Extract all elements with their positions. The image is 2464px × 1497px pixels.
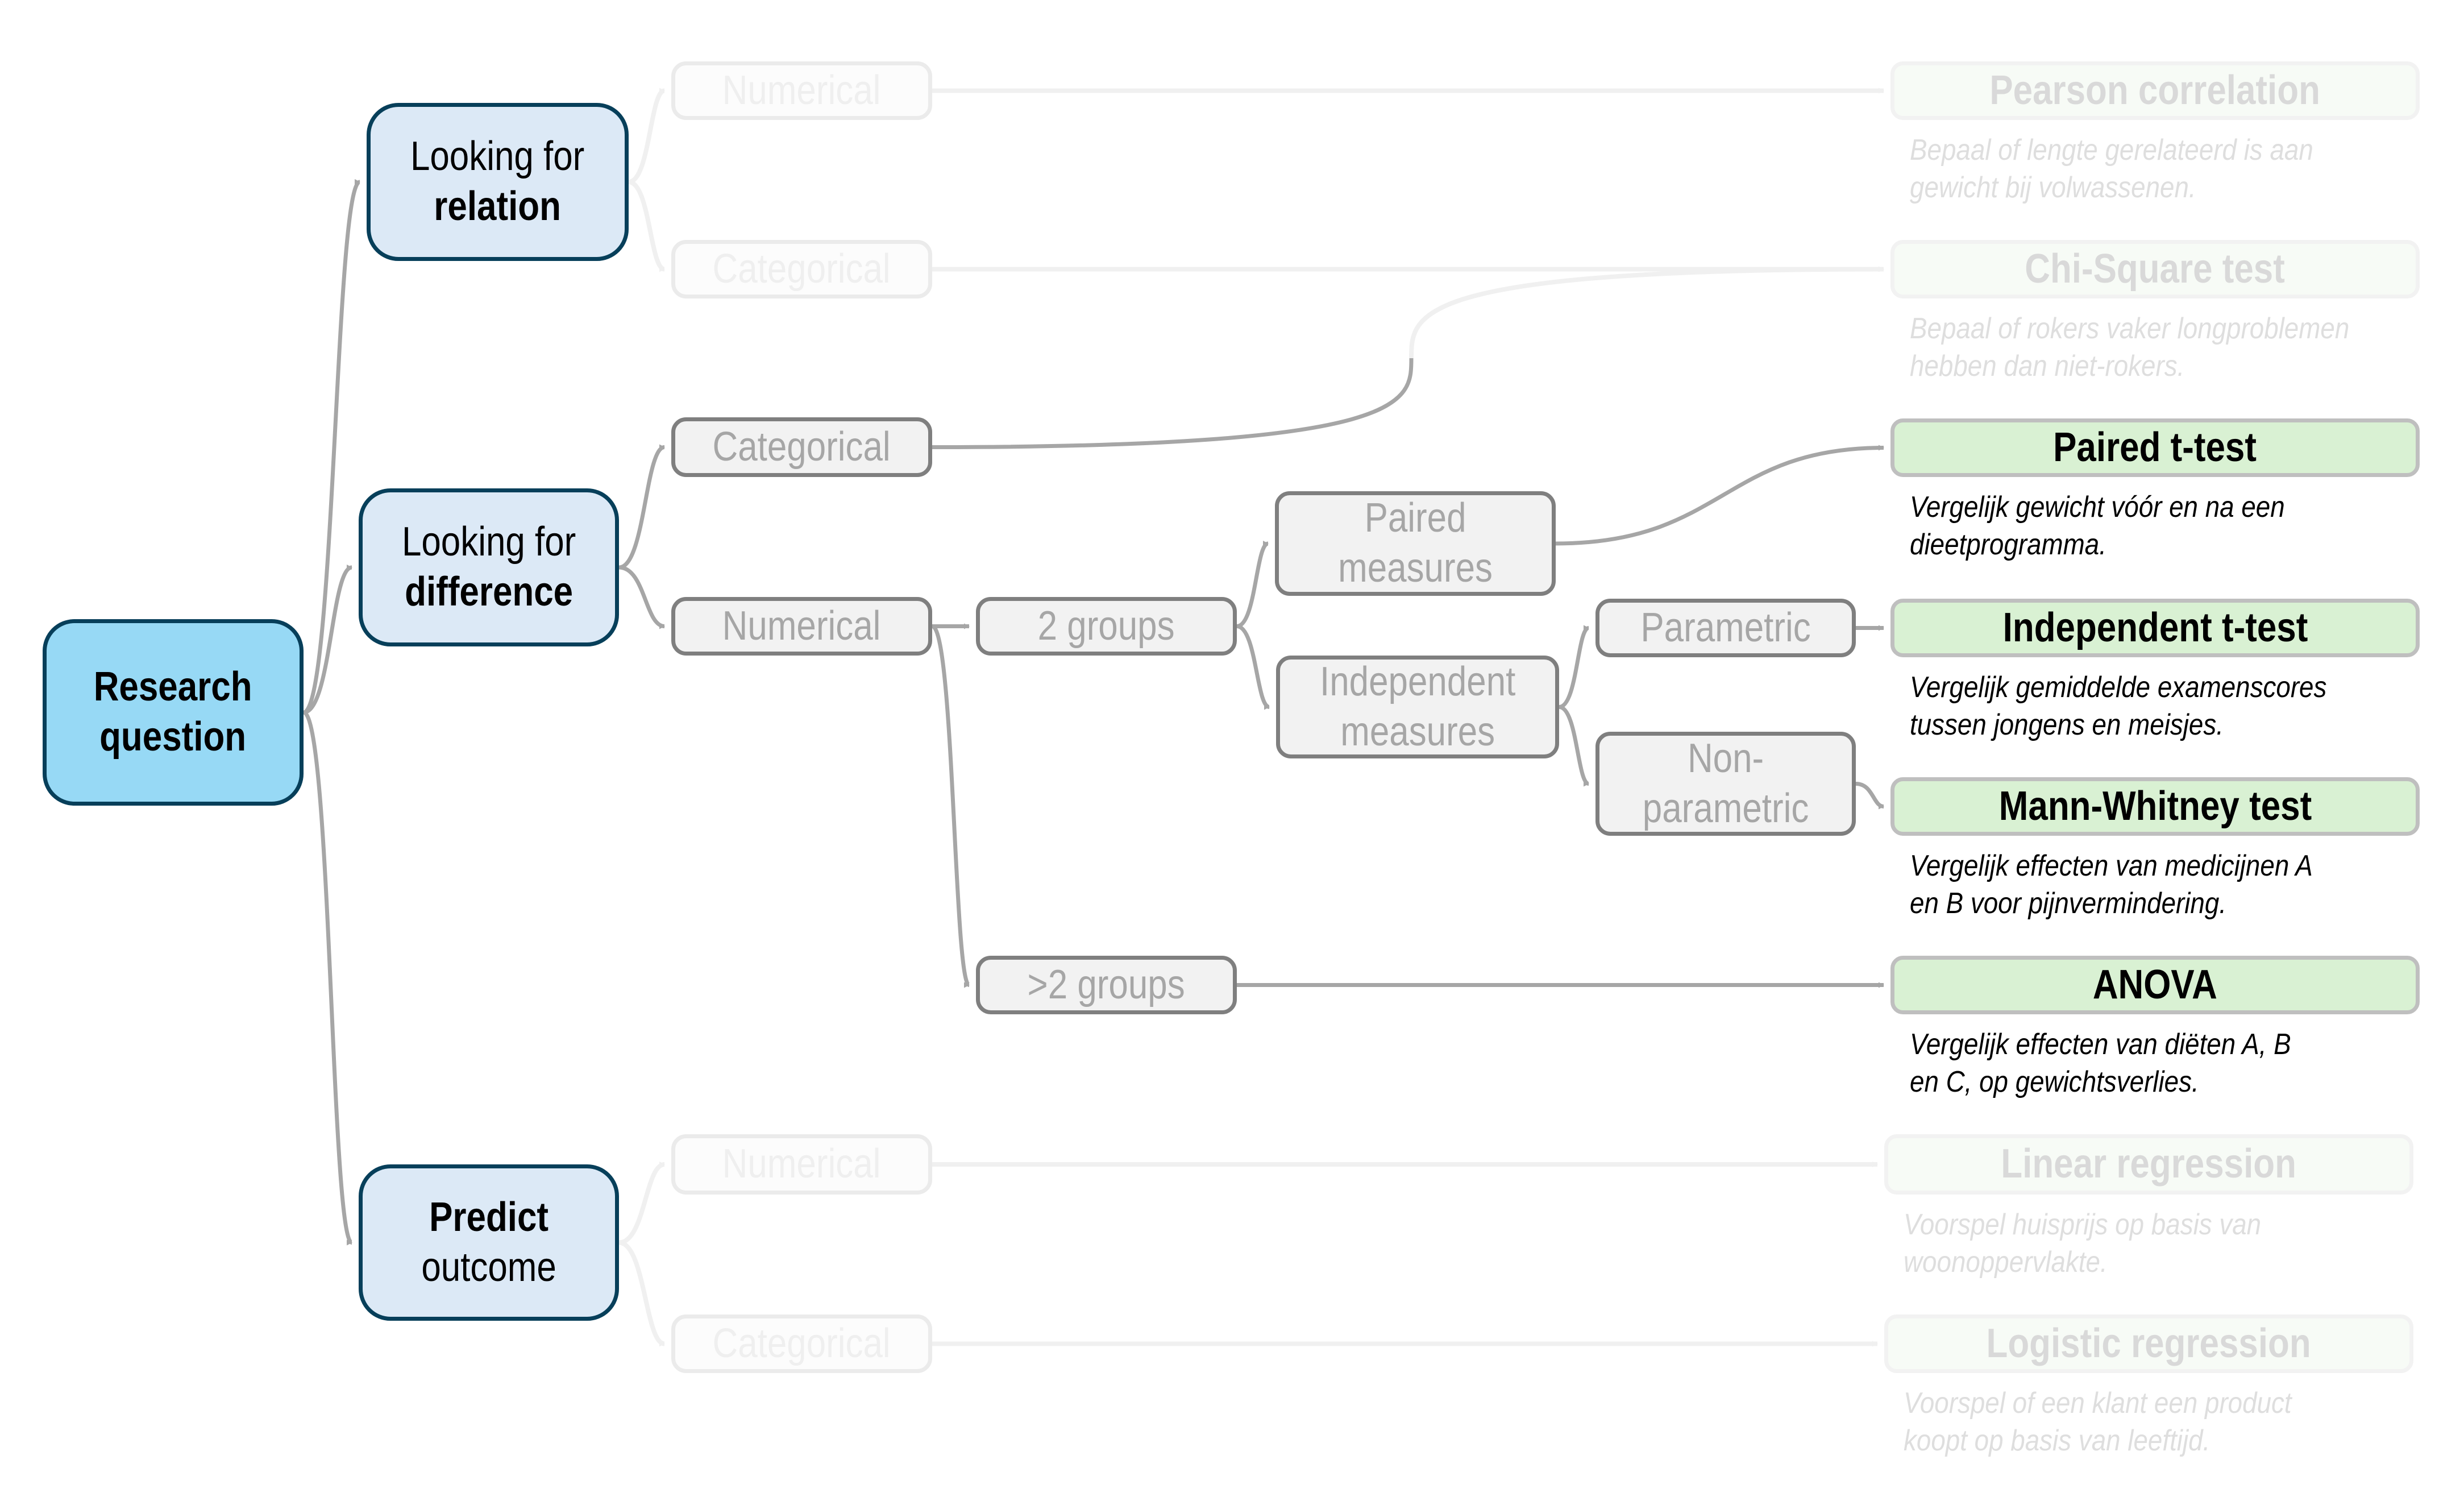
category-node-predict[interactable]: Predict outcome bbox=[359, 1164, 619, 1321]
example-line: Vergelijk gemiddelde examenscores bbox=[1910, 671, 2327, 704]
node-label: 2 groups bbox=[1038, 603, 1175, 649]
node-relation-numerical[interactable]: Numerical bbox=[671, 61, 932, 120]
example-line: koopt op basis van leeftijd. bbox=[1904, 1424, 2210, 1457]
result-pearson-correlation[interactable]: Pearson correlation bbox=[1890, 61, 2420, 120]
node-label: Categorical bbox=[712, 1320, 891, 1366]
node-parametric[interactable]: Parametric bbox=[1595, 599, 1856, 657]
example-anova: Vergelijk effecten van diëten A, B en C, … bbox=[1910, 1026, 2291, 1101]
edge-relation-to-rel_categorical bbox=[628, 180, 666, 272]
example-line: gewicht bij volwassenen. bbox=[1910, 171, 2196, 204]
node-paired-measures[interactable]: Paired measures bbox=[1275, 491, 1556, 596]
result-anova[interactable]: ANOVA bbox=[1890, 956, 2420, 1014]
example-logistic-regression: Voorspel of een klant een product koopt o… bbox=[1904, 1384, 2292, 1459]
example-mann-whitney: Vergelijk effecten van medicijnen A en B … bbox=[1910, 847, 2313, 922]
node-label: Categorical bbox=[712, 246, 891, 292]
result-linear-regression[interactable]: Linear regression bbox=[1884, 1134, 2413, 1195]
result-chi-square-test[interactable]: Chi-Square test bbox=[1890, 240, 2420, 298]
node-label: Independent measures bbox=[1319, 658, 1516, 754]
example-line: Voorspel huisprijs op basis van bbox=[1904, 1208, 2262, 1241]
node-difference-categorical[interactable]: Categorical bbox=[671, 417, 932, 477]
example-line: Bepaal of rokers vaker longproblemen bbox=[1910, 312, 2350, 345]
category-node-relation[interactable]: Looking for relation bbox=[367, 103, 629, 261]
result-label: Linear regression bbox=[2001, 1141, 2297, 1187]
edge-nonparametric-to-mann_whitney bbox=[1855, 782, 1884, 810]
node-relation-categorical[interactable]: Categorical bbox=[671, 240, 932, 298]
relation-label-line1: Looking for bbox=[410, 134, 585, 180]
node-non-parametric[interactable]: Non- parametric bbox=[1595, 732, 1856, 836]
edge-diff_categorical-to-chisquare-upper bbox=[1409, 266, 1884, 359]
predict-label-line2: outcome bbox=[421, 1244, 556, 1290]
result-independent-t-test[interactable]: Independent t-test bbox=[1890, 599, 2420, 657]
example-chi-square: Bepaal of rokers vaker longproblemen hebb… bbox=[1910, 310, 2349, 385]
predict-label-line1: Predict bbox=[429, 1194, 549, 1240]
result-mann-whitney-test[interactable]: Mann-Whitney test bbox=[1890, 777, 2420, 836]
example-line: en B voor pijnvermindering. bbox=[1910, 887, 2227, 920]
node-more-than-two-groups[interactable]: >2 groups bbox=[976, 956, 1237, 1014]
category-node-difference[interactable]: Looking for difference bbox=[359, 488, 619, 646]
edge-diff_categorical-to-chisquare-lower bbox=[932, 358, 1414, 449]
edge-predict-to-pred_numerical bbox=[618, 1162, 665, 1245]
example-pearson: Bepaal of lengte gerelateerd is aan gewic… bbox=[1910, 131, 2313, 206]
result-label: Paired t-test bbox=[2053, 424, 2257, 470]
edge-independent-to-nonparametric bbox=[1559, 705, 1590, 787]
result-paired-t-test[interactable]: Paired t-test bbox=[1890, 418, 2420, 477]
node-label: >2 groups bbox=[1027, 961, 1186, 1007]
example-line: woonoppervlakte. bbox=[1904, 1246, 2108, 1279]
edge-predict-to-pred_categorical bbox=[618, 1240, 666, 1347]
edge-root-to-difference bbox=[303, 565, 353, 715]
node-label: Categorical bbox=[712, 424, 891, 470]
edge-two_groups-to-independent bbox=[1236, 624, 1270, 710]
example-line: Bepaal of lengte gerelateerd is aan bbox=[1910, 134, 2313, 167]
root-label-line1: Research bbox=[94, 664, 252, 710]
difference-label-line1: Looking for bbox=[401, 519, 576, 565]
node-label: Numerical bbox=[722, 67, 881, 113]
node-predict-categorical[interactable]: Categorical bbox=[671, 1314, 932, 1373]
relation-label-line2: relation bbox=[434, 184, 562, 229]
edge-two_groups-to-paired bbox=[1236, 541, 1269, 628]
node-label: Numerical bbox=[722, 1141, 881, 1187]
edge-diff_numerical-to-more_groups bbox=[931, 624, 971, 988]
root-node-research-question[interactable]: Research question bbox=[43, 619, 304, 806]
edge-root-to-predict bbox=[302, 710, 354, 1246]
root-label-line2: question bbox=[99, 714, 247, 760]
node-two-groups[interactable]: 2 groups bbox=[976, 597, 1237, 656]
example-line: tussen jongens en meisjes. bbox=[1910, 708, 2224, 741]
example-paired-t-test: Vergelijk gewicht vóór en na een dieetpro… bbox=[1910, 488, 2285, 563]
node-label: Parametric bbox=[1640, 604, 1811, 650]
result-label: Logistic regression bbox=[1986, 1320, 2312, 1366]
result-label: Pearson correlation bbox=[1989, 67, 2321, 113]
example-line: en C, op gewichtsverlies. bbox=[1910, 1065, 2199, 1098]
edge-independent-to-parametric bbox=[1559, 625, 1590, 709]
result-label: Mann-Whitney test bbox=[1998, 783, 2312, 829]
node-difference-numerical[interactable]: Numerical bbox=[671, 597, 932, 656]
example-line: Voorspel of een klant een product bbox=[1904, 1387, 2292, 1420]
edge-paired-to-paired_t bbox=[1555, 445, 1884, 546]
result-label: Chi-Square test bbox=[2025, 246, 2286, 292]
node-predict-numerical[interactable]: Numerical bbox=[671, 1134, 932, 1195]
result-label: ANOVA bbox=[2092, 961, 2218, 1007]
result-logistic-regression[interactable]: Logistic regression bbox=[1884, 1314, 2413, 1373]
node-independent-measures[interactable]: Independent measures bbox=[1276, 656, 1559, 758]
edge-difference-to-diff_numerical bbox=[618, 565, 665, 629]
example-line: hebben dan niet-rokers. bbox=[1910, 350, 2185, 383]
node-label: Numerical bbox=[722, 603, 881, 649]
example-linear-regression: Voorspel huisprijs op basis van woonopper… bbox=[1904, 1206, 2261, 1281]
node-label: Paired measures bbox=[1338, 495, 1493, 591]
example-line: Vergelijk effecten van medicijnen A bbox=[1910, 849, 2313, 882]
result-label: Independent t-test bbox=[2002, 604, 2308, 650]
edge-difference-to-diff_categorical bbox=[618, 444, 666, 570]
example-independent-t-test: Vergelijk gemiddelde examenscores tussen … bbox=[1910, 669, 2326, 744]
edge-relation-to-rel_numerical bbox=[628, 88, 666, 184]
example-line: Vergelijk gewicht vóór en na een bbox=[1910, 491, 2285, 524]
example-line: dieetprogramma. bbox=[1910, 528, 2106, 561]
example-line: Vergelijk effecten van diëten A, B bbox=[1910, 1028, 2291, 1061]
node-label: Non- parametric bbox=[1642, 735, 1809, 831]
difference-label-line2: difference bbox=[405, 569, 573, 615]
